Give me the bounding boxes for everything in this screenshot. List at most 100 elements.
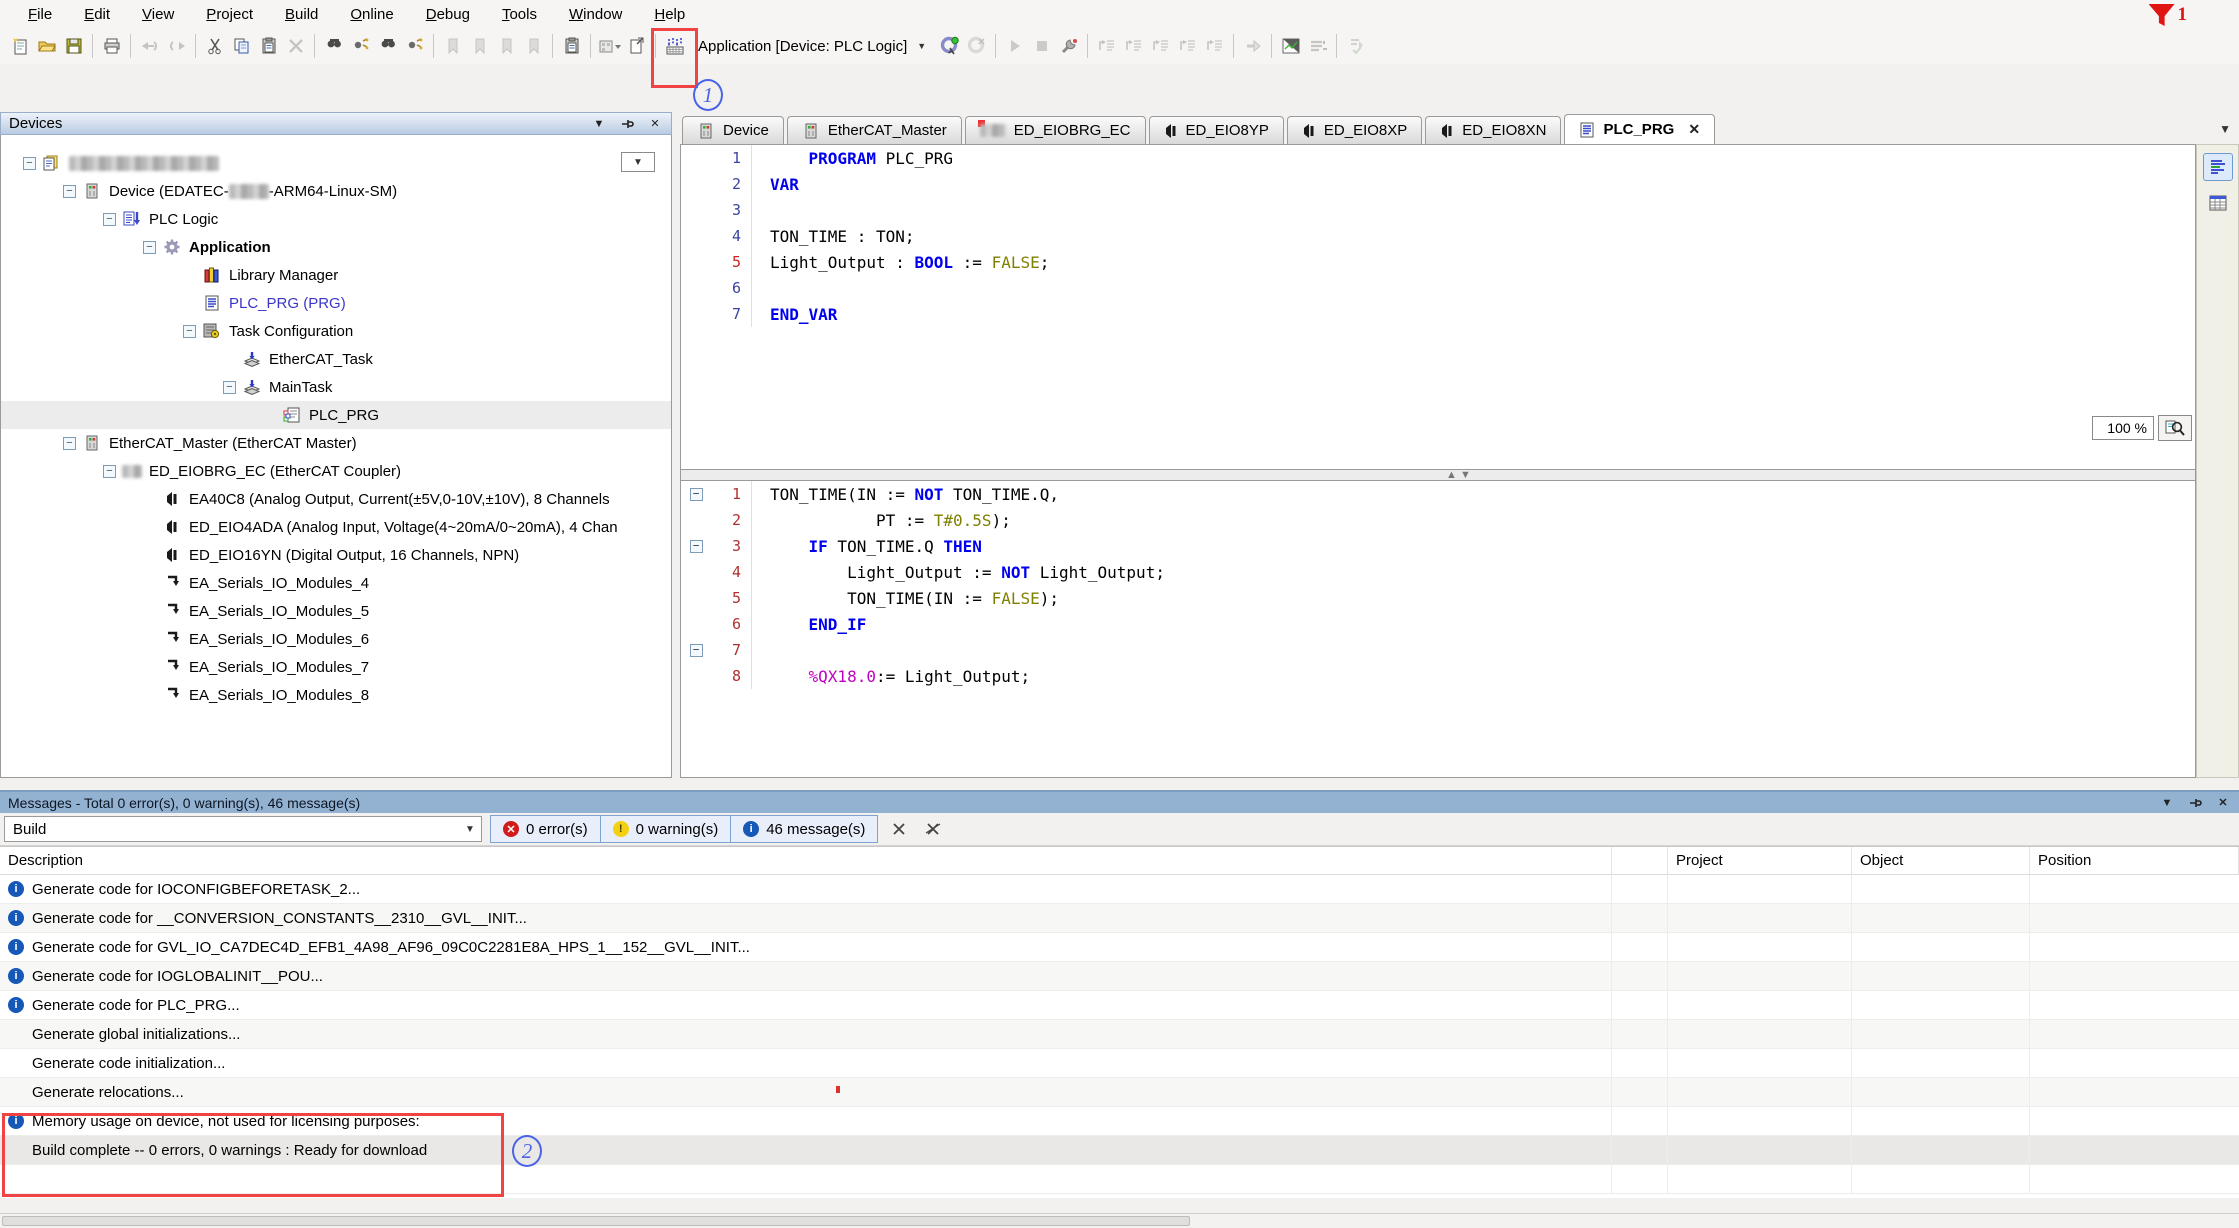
tree-item-ethercat_task[interactable]: EtherCAT_Task <box>1 345 671 373</box>
incremental-find-icon[interactable] <box>347 33 374 59</box>
message-row[interactable]: Generate relocations... <box>0 1078 2239 1107</box>
code-line-7[interactable]: 7 END_VAR <box>681 301 2195 327</box>
warnings-filter-button[interactable]: ! 0 warning(s) <box>600 816 732 842</box>
message-row[interactable]: Generate global initializations... <box>0 1020 2239 1049</box>
tree-item-ea_serials_io_modules_5[interactable]: EA_Serials_IO_Modules_5 <box>1 597 671 625</box>
code-line-1[interactable]: − 1 TON_TIME(IN := NOT TON_TIME.Q, <box>681 481 2195 507</box>
tab-ed_eio8xp[interactable]: ED_EIO8XP <box>1286 116 1423 144</box>
collapse-icon[interactable]: − <box>223 380 236 394</box>
column-header-Object[interactable]: Object <box>1852 847 2030 874</box>
messages-filter-button[interactable]: i 46 message(s) <box>731 816 878 842</box>
tree-item-ea40c8[interactable]: EA40C8 (Analog Output, Current(±5V,0-10V… <box>1 485 671 513</box>
tab-ed_eiobrg_ec[interactable]: ED_EIOBRG_EC <box>964 116 1146 144</box>
write-values-icon[interactable] <box>1342 33 1369 59</box>
bookmark-prev-icon[interactable] <box>466 33 493 59</box>
editor-splitter[interactable]: ▲ ▼ <box>680 469 2196 481</box>
stop-icon[interactable] <box>1028 33 1055 59</box>
code-line-8[interactable]: 8 %QX18.0:= Light_Output; <box>681 663 2195 689</box>
code-line-1[interactable]: 1 PROGRAM PLC_PRG <box>681 145 2195 171</box>
tab-ed_eio8xn[interactable]: ED_EIO8XN <box>1425 116 1562 144</box>
reset-step-icon[interactable] <box>1201 33 1228 59</box>
column-header-Position[interactable]: Position <box>2030 847 2239 874</box>
tab-ethercat_master[interactable]: EtherCAT_Master <box>786 116 962 144</box>
collapse-icon[interactable]: − <box>103 464 116 478</box>
tree-item-plc[interactable]: − PLC Logic <box>1 205 671 233</box>
step-out-icon[interactable] <box>1147 33 1174 59</box>
build-icon[interactable] <box>661 33 688 59</box>
clear-all-messages-button[interactable] <box>920 816 946 842</box>
menu-tools[interactable]: Tools <box>488 3 551 26</box>
tree-item-plc_prg[interactable]: PLC_PRG <box>1 401 671 429</box>
cut-icon[interactable] <box>201 33 228 59</box>
horizontal-scrollbar[interactable] <box>0 1213 2239 1228</box>
devices-dropdown-icon[interactable]: ▼ <box>591 117 607 131</box>
paste-icon[interactable] <box>255 33 282 59</box>
code-line-2[interactable]: 2 PT := T#0.5S); <box>681 507 2195 533</box>
tree-item[interactable]: − ▼ <box>1 149 671 177</box>
online-config-icon[interactable] <box>1055 33 1082 59</box>
message-row[interactable]: i Generate code for IOCONFIGBEFORETASK_2.… <box>0 875 2239 904</box>
message-row[interactable]: Build complete -- 0 errors, 0 warnings :… <box>0 1136 2239 1165</box>
tree-item-ed_eio4ada[interactable]: ED_EIO4ADA (Analog Input, Voltage(4~20mA… <box>1 513 671 541</box>
menu-online[interactable]: Online <box>336 3 407 26</box>
start-icon[interactable] <box>1001 33 1028 59</box>
menu-edit[interactable]: Edit <box>70 3 124 26</box>
column-header-Description[interactable]: Description <box>0 847 1612 874</box>
redo-icon[interactable] <box>163 33 190 59</box>
replace-icon[interactable] <box>401 33 428 59</box>
menu-view[interactable]: View <box>128 3 188 26</box>
devices-pin-icon[interactable] <box>619 117 635 131</box>
tree-item-maintask[interactable]: − MainTask <box>1 373 671 401</box>
tab-close-icon[interactable]: ✕ <box>1688 121 1700 138</box>
messages-pin-icon[interactable] <box>2187 796 2203 810</box>
tree-item-library[interactable]: Library Manager <box>1 261 671 289</box>
menu-file[interactable]: File <box>14 3 66 26</box>
message-row[interactable]: i Generate code for GVL_IO_CA7DEC4D_EFB1_… <box>0 933 2239 962</box>
tree-item-task[interactable]: − Task Configuration <box>1 317 671 345</box>
application-selector[interactable]: Application [Device: PLC Logic] ▼ <box>688 33 936 59</box>
errors-filter-button[interactable]: ✕ 0 error(s) <box>491 816 601 842</box>
tree-item-application[interactable]: − Application <box>1 233 671 261</box>
message-row[interactable]: i Memory usage on device, not used for li… <box>0 1107 2239 1136</box>
column-header-Project[interactable]: Project <box>1668 847 1852 874</box>
bookmark-next-icon[interactable] <box>493 33 520 59</box>
login-icon[interactable] <box>936 33 963 59</box>
paste-special-icon[interactable] <box>558 33 585 59</box>
force-values-icon[interactable] <box>1304 33 1331 59</box>
code-line-5[interactable]: 5 TON_TIME(IN := FALSE); <box>681 585 2195 611</box>
fold-collapse-icon[interactable]: − <box>689 487 703 501</box>
tree-item-ea_serials_io_modules_4[interactable]: EA_Serials_IO_Modules_4 <box>1 569 671 597</box>
implementation-editor[interactable]: −1 TON_TIME(IN := NOT TON_TIME.Q, 2 PT := … <box>680 480 2196 778</box>
tree-item-ea_serials_io_modules_7[interactable]: EA_Serials_IO_Modules_7 <box>1 653 671 681</box>
textual-view-button[interactable] <box>2202 153 2233 181</box>
open-file-icon[interactable] <box>33 33 60 59</box>
delete-icon[interactable] <box>282 33 309 59</box>
bookmark-toggle-icon[interactable] <box>439 33 466 59</box>
message-row[interactable]: i Generate code for IOGLOBALINIT__POU... <box>0 962 2239 991</box>
code-line-6[interactable]: 6 END_IF <box>681 611 2195 637</box>
menu-build[interactable]: Build <box>271 3 332 26</box>
code-line-2[interactable]: 2 VAR <box>681 171 2195 197</box>
tree-item-ed_eio16yn[interactable]: ED_EIO16YN (Digital Output, 16 Channels,… <box>1 541 671 569</box>
menu-help[interactable]: Help <box>640 3 699 26</box>
collapse-icon[interactable]: − <box>23 156 36 170</box>
zoom-level[interactable]: 100 % <box>2092 416 2154 440</box>
tree-item[interactable]: − Device (EDATEC- -ARM64-Linux-SM) <box>1 177 671 205</box>
collapse-icon[interactable]: − <box>143 240 156 254</box>
collapse-icon[interactable]: − <box>63 436 76 450</box>
tree-item-ea_serials_io_modules_8[interactable]: EA_Serials_IO_Modules_8 <box>1 681 671 709</box>
tree-item-plc_prg[interactable]: PLC_PRG (PRG) <box>1 289 671 317</box>
devices-close-icon[interactable]: ✕ <box>647 117 663 131</box>
find-icon[interactable] <box>320 33 347 59</box>
tree-item-ethercat_master[interactable]: − EtherCAT_Master (EtherCAT Master) <box>1 429 671 457</box>
print-icon[interactable] <box>98 33 125 59</box>
flow-control-icon[interactable] <box>1277 33 1304 59</box>
menu-debug[interactable]: Debug <box>412 3 484 26</box>
collapse-icon[interactable]: − <box>183 324 196 338</box>
fold-collapse-icon[interactable]: − <box>689 539 703 553</box>
tab-device[interactable]: Device <box>682 116 784 144</box>
project-combo-dropdown[interactable]: ▼ <box>621 152 655 172</box>
code-line-5[interactable]: 5 Light_Output : BOOL := FALSE; <box>681 249 2195 275</box>
fold-collapse-icon[interactable]: − <box>689 643 703 657</box>
step-into-icon[interactable] <box>1120 33 1147 59</box>
